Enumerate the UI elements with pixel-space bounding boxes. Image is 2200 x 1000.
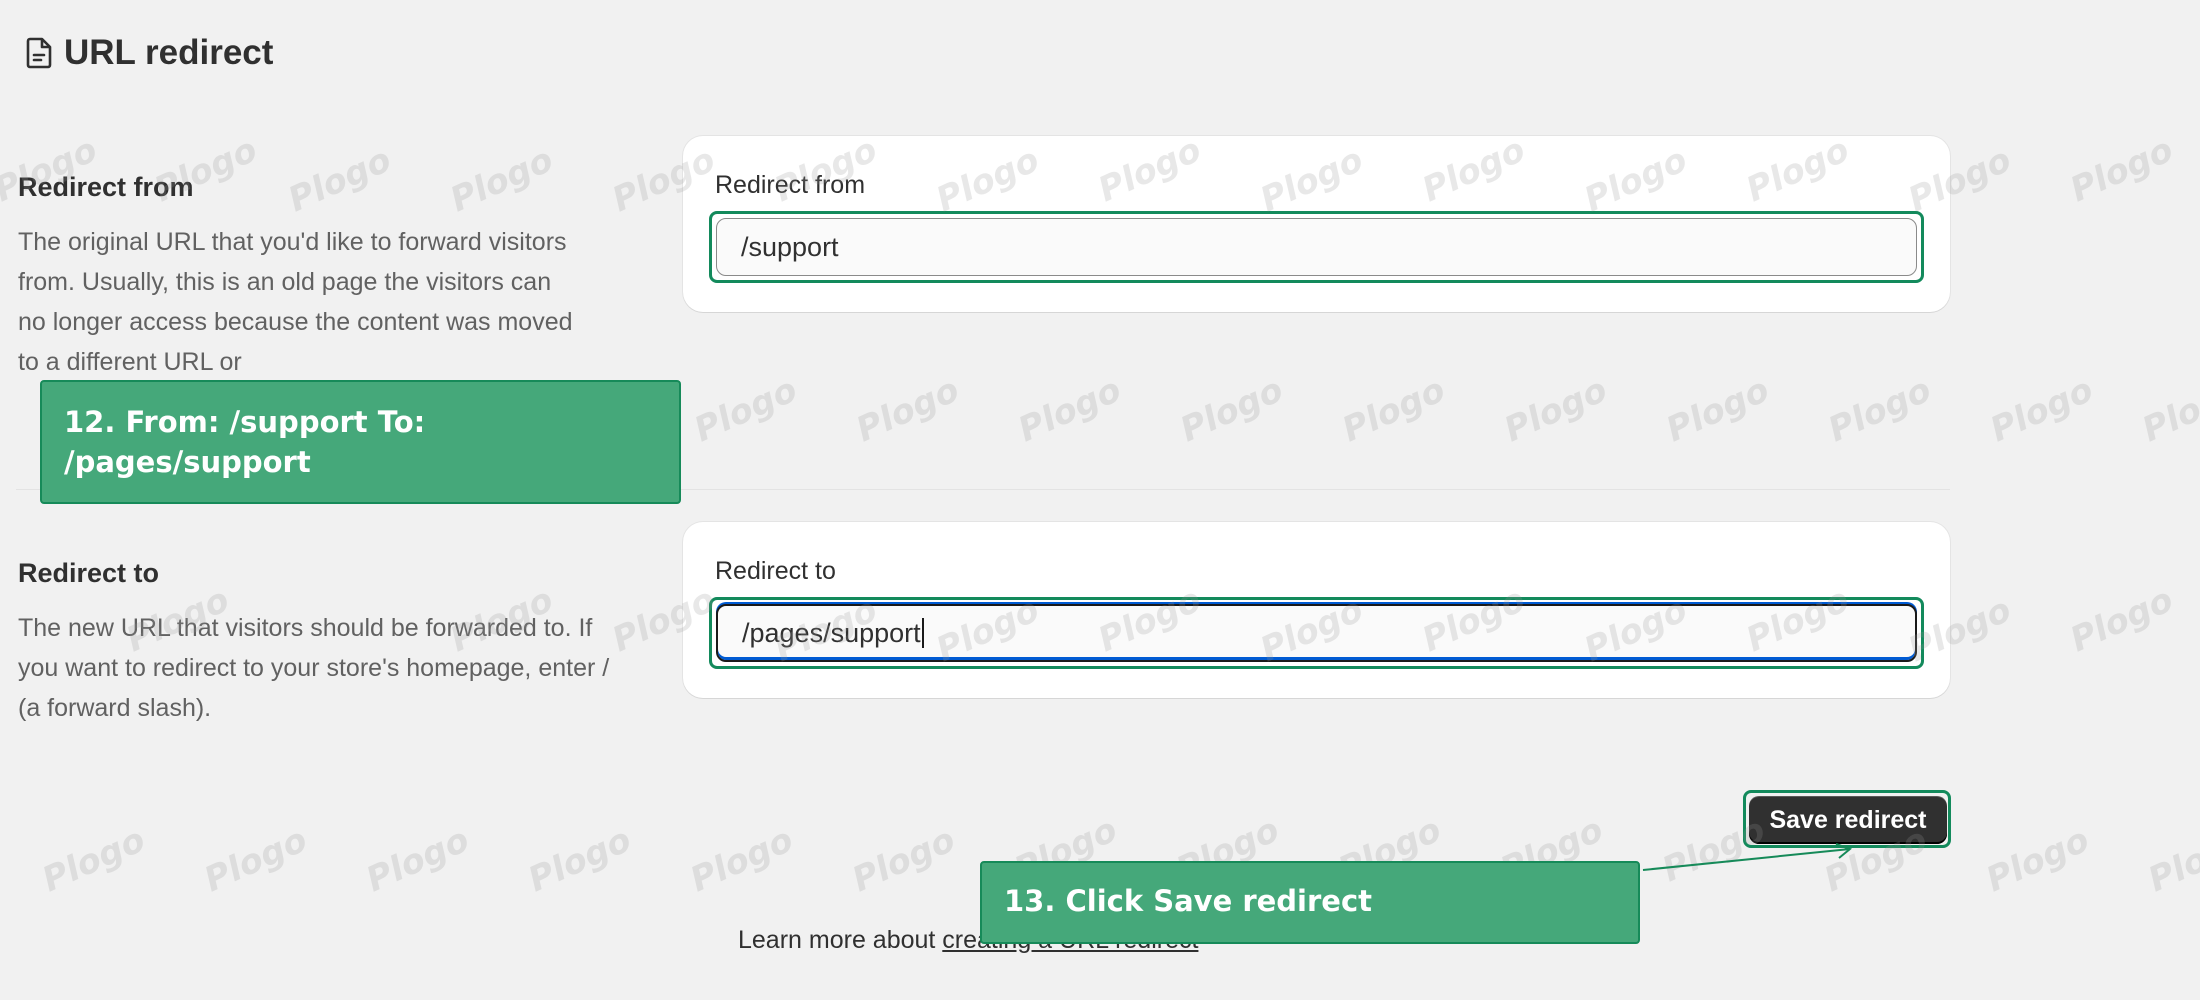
watermark: Plogo — [850, 369, 966, 451]
watermark: Plogo — [2064, 129, 2180, 211]
redirect-to-field-label: Redirect to — [715, 557, 836, 585]
watermark: Plogo — [1980, 819, 2096, 901]
step-12-callout: 12. From: /support To: /pages/support — [40, 380, 681, 504]
redirect-from-card: Redirect from /support — [683, 136, 1950, 312]
watermark: Plogo — [2064, 579, 2180, 661]
watermark: Plogo — [36, 819, 152, 901]
redirect-from-input-value: /support — [741, 231, 839, 262]
redirect-to-input-wrap: /pages/support — [742, 606, 924, 660]
watermark: Plogo — [1174, 369, 1290, 451]
redirect-from-field[interactable]: /support — [709, 211, 1924, 283]
redirect-to-input[interactable]: /pages/support — [716, 604, 1917, 662]
watermark: Plogo — [846, 819, 962, 901]
watermark: Plogo — [1498, 369, 1614, 451]
page-title: URL redirect — [64, 33, 274, 72]
redirect-to-card: Redirect to /pages/support — [683, 522, 1950, 698]
watermark: Plogo — [282, 139, 398, 221]
redirect-from-input[interactable]: /support — [716, 218, 1917, 276]
document-icon — [26, 37, 52, 69]
watermark: Plogo — [444, 139, 560, 221]
watermark: Plogo — [522, 819, 638, 901]
redirect-to-description: The new URL that visitors should be forw… — [18, 614, 610, 722]
watermark: Plogo — [198, 819, 314, 901]
watermark: Plogo — [1012, 369, 1128, 451]
footer-prefix: Learn more about — [738, 926, 943, 954]
save-redirect-button[interactable]: Save redirect — [1749, 796, 1947, 844]
redirect-from-section-title: Redirect from — [18, 172, 194, 202]
watermark: Plogo — [2136, 369, 2200, 451]
redirect-to-field[interactable]: /pages/support — [709, 597, 1924, 669]
watermark: Plogo — [1660, 369, 1776, 451]
watermark: Plogo — [2142, 819, 2200, 901]
watermark: Plogo — [688, 369, 804, 451]
watermark: Plogo — [684, 819, 800, 901]
callout-pointer-line — [1642, 843, 1853, 871]
redirect-to-section-title: Redirect to — [18, 558, 160, 588]
watermark: Plogo — [1984, 369, 2100, 451]
watermark: Plogo — [1336, 369, 1452, 451]
step-13-callout: 13. Click Save redirect — [980, 861, 1640, 944]
page-header: URL redirect — [24, 28, 273, 78]
watermark: Plogo — [1822, 369, 1938, 451]
redirect-to-input-value: /pages/support — [742, 617, 921, 648]
text-cursor — [921, 618, 924, 648]
redirect-from-field-label: Redirect from — [715, 171, 866, 199]
watermark: Plogo — [360, 819, 476, 901]
